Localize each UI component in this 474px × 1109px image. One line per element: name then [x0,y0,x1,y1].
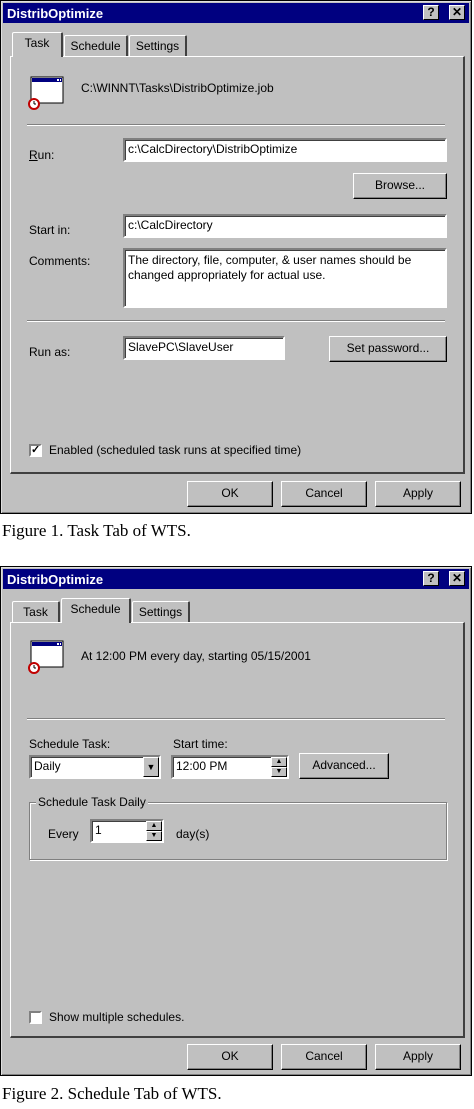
figure-2-caption: Figure 2. Schedule Tab of WTS. [2,1084,222,1103]
start-in-label: Start in: [29,223,71,237]
title-bar: DistribOptimize ? ✕ [3,3,469,23]
task-tab-panel: C:\WINNT\Tasks\DistribOptimize.job Run: … [10,56,465,474]
divider [27,718,445,720]
comments-label: Comments: [29,254,91,268]
advanced-button[interactable]: Advanced... [299,753,389,779]
divider [27,124,445,126]
run-label: Run: [29,148,55,162]
ok-button[interactable]: OK [187,481,273,507]
start-in-input[interactable]: c:\CalcDirectory [123,214,447,238]
tab-task[interactable]: Task [12,601,60,623]
spin-down-icon[interactable]: ▼ [146,831,162,841]
comments-textarea[interactable]: The directory, file, computer, & user na… [123,248,447,308]
schedule-task-select[interactable]: Daily [29,755,161,779]
run-input[interactable]: c:\CalcDirectory\DistribOptimize [123,138,447,162]
enabled-checkbox[interactable]: ✓ [29,444,42,457]
dropdown-arrow-icon[interactable]: ▼ [143,757,159,777]
scheduled-task-icon [28,76,64,110]
enabled-label: Enabled (scheduled task runs at specifie… [49,443,302,457]
task-properties-window: DistribOptimize ? ✕ Task Schedule Settin… [0,0,472,514]
divider [27,320,445,322]
start-time-label: Start time: [173,737,228,751]
browse-button[interactable]: Browse... [353,173,447,199]
scheduled-task-icon [28,640,64,674]
run-as-input[interactable]: SlavePC\SlaveUser [123,336,285,360]
cancel-button[interactable]: Cancel [281,1044,367,1070]
tab-schedule[interactable]: Schedule [64,35,128,57]
close-button[interactable]: ✕ [449,5,465,20]
title-bar: DistribOptimize ? ✕ [3,569,469,589]
close-button[interactable]: ✕ [449,571,465,586]
tab-settings[interactable]: Settings [132,601,190,623]
apply-button[interactable]: Apply [375,481,461,507]
cancel-button[interactable]: Cancel [281,481,367,507]
show-multiple-schedules-label: Show multiple schedules. [49,1010,185,1024]
tab-settings[interactable]: Settings [129,35,187,57]
every-label: Every [48,827,79,841]
tab-task[interactable]: Task [12,32,63,57]
group-legend: Schedule Task Daily [36,795,148,809]
show-multiple-schedules-checkbox[interactable] [29,1011,42,1024]
window-title: DistribOptimize [7,572,104,587]
help-button[interactable]: ? [423,571,439,586]
job-path: C:\WINNT\Tasks\DistribOptimize.job [81,81,274,95]
tab-schedule[interactable]: Schedule [61,598,131,623]
help-button[interactable]: ? [423,5,439,20]
schedule-properties-window: DistribOptimize ? ✕ Task Schedule Settin… [0,566,472,1076]
spin-up-icon[interactable]: ▲ [271,757,287,767]
schedule-task-daily-group: Schedule Task Daily Every 1 ▲ ▼ day(s) [29,795,447,860]
apply-button[interactable]: Apply [375,1044,461,1070]
spin-up-icon[interactable]: ▲ [146,821,162,831]
schedule-task-label: Schedule Task: [29,737,111,751]
days-label: day(s) [176,827,210,841]
ok-button[interactable]: OK [187,1044,273,1070]
set-password-button[interactable]: Set password... [329,336,447,362]
run-as-label: Run as: [29,345,71,359]
schedule-tab-panel: At 12:00 PM every day, starting 05/15/20… [10,622,465,1038]
figure-1-caption: Figure 1. Task Tab of WTS. [2,521,191,540]
window-title: DistribOptimize [7,6,104,21]
schedule-summary: At 12:00 PM every day, starting 05/15/20… [81,649,311,663]
spin-down-icon[interactable]: ▼ [271,767,287,777]
